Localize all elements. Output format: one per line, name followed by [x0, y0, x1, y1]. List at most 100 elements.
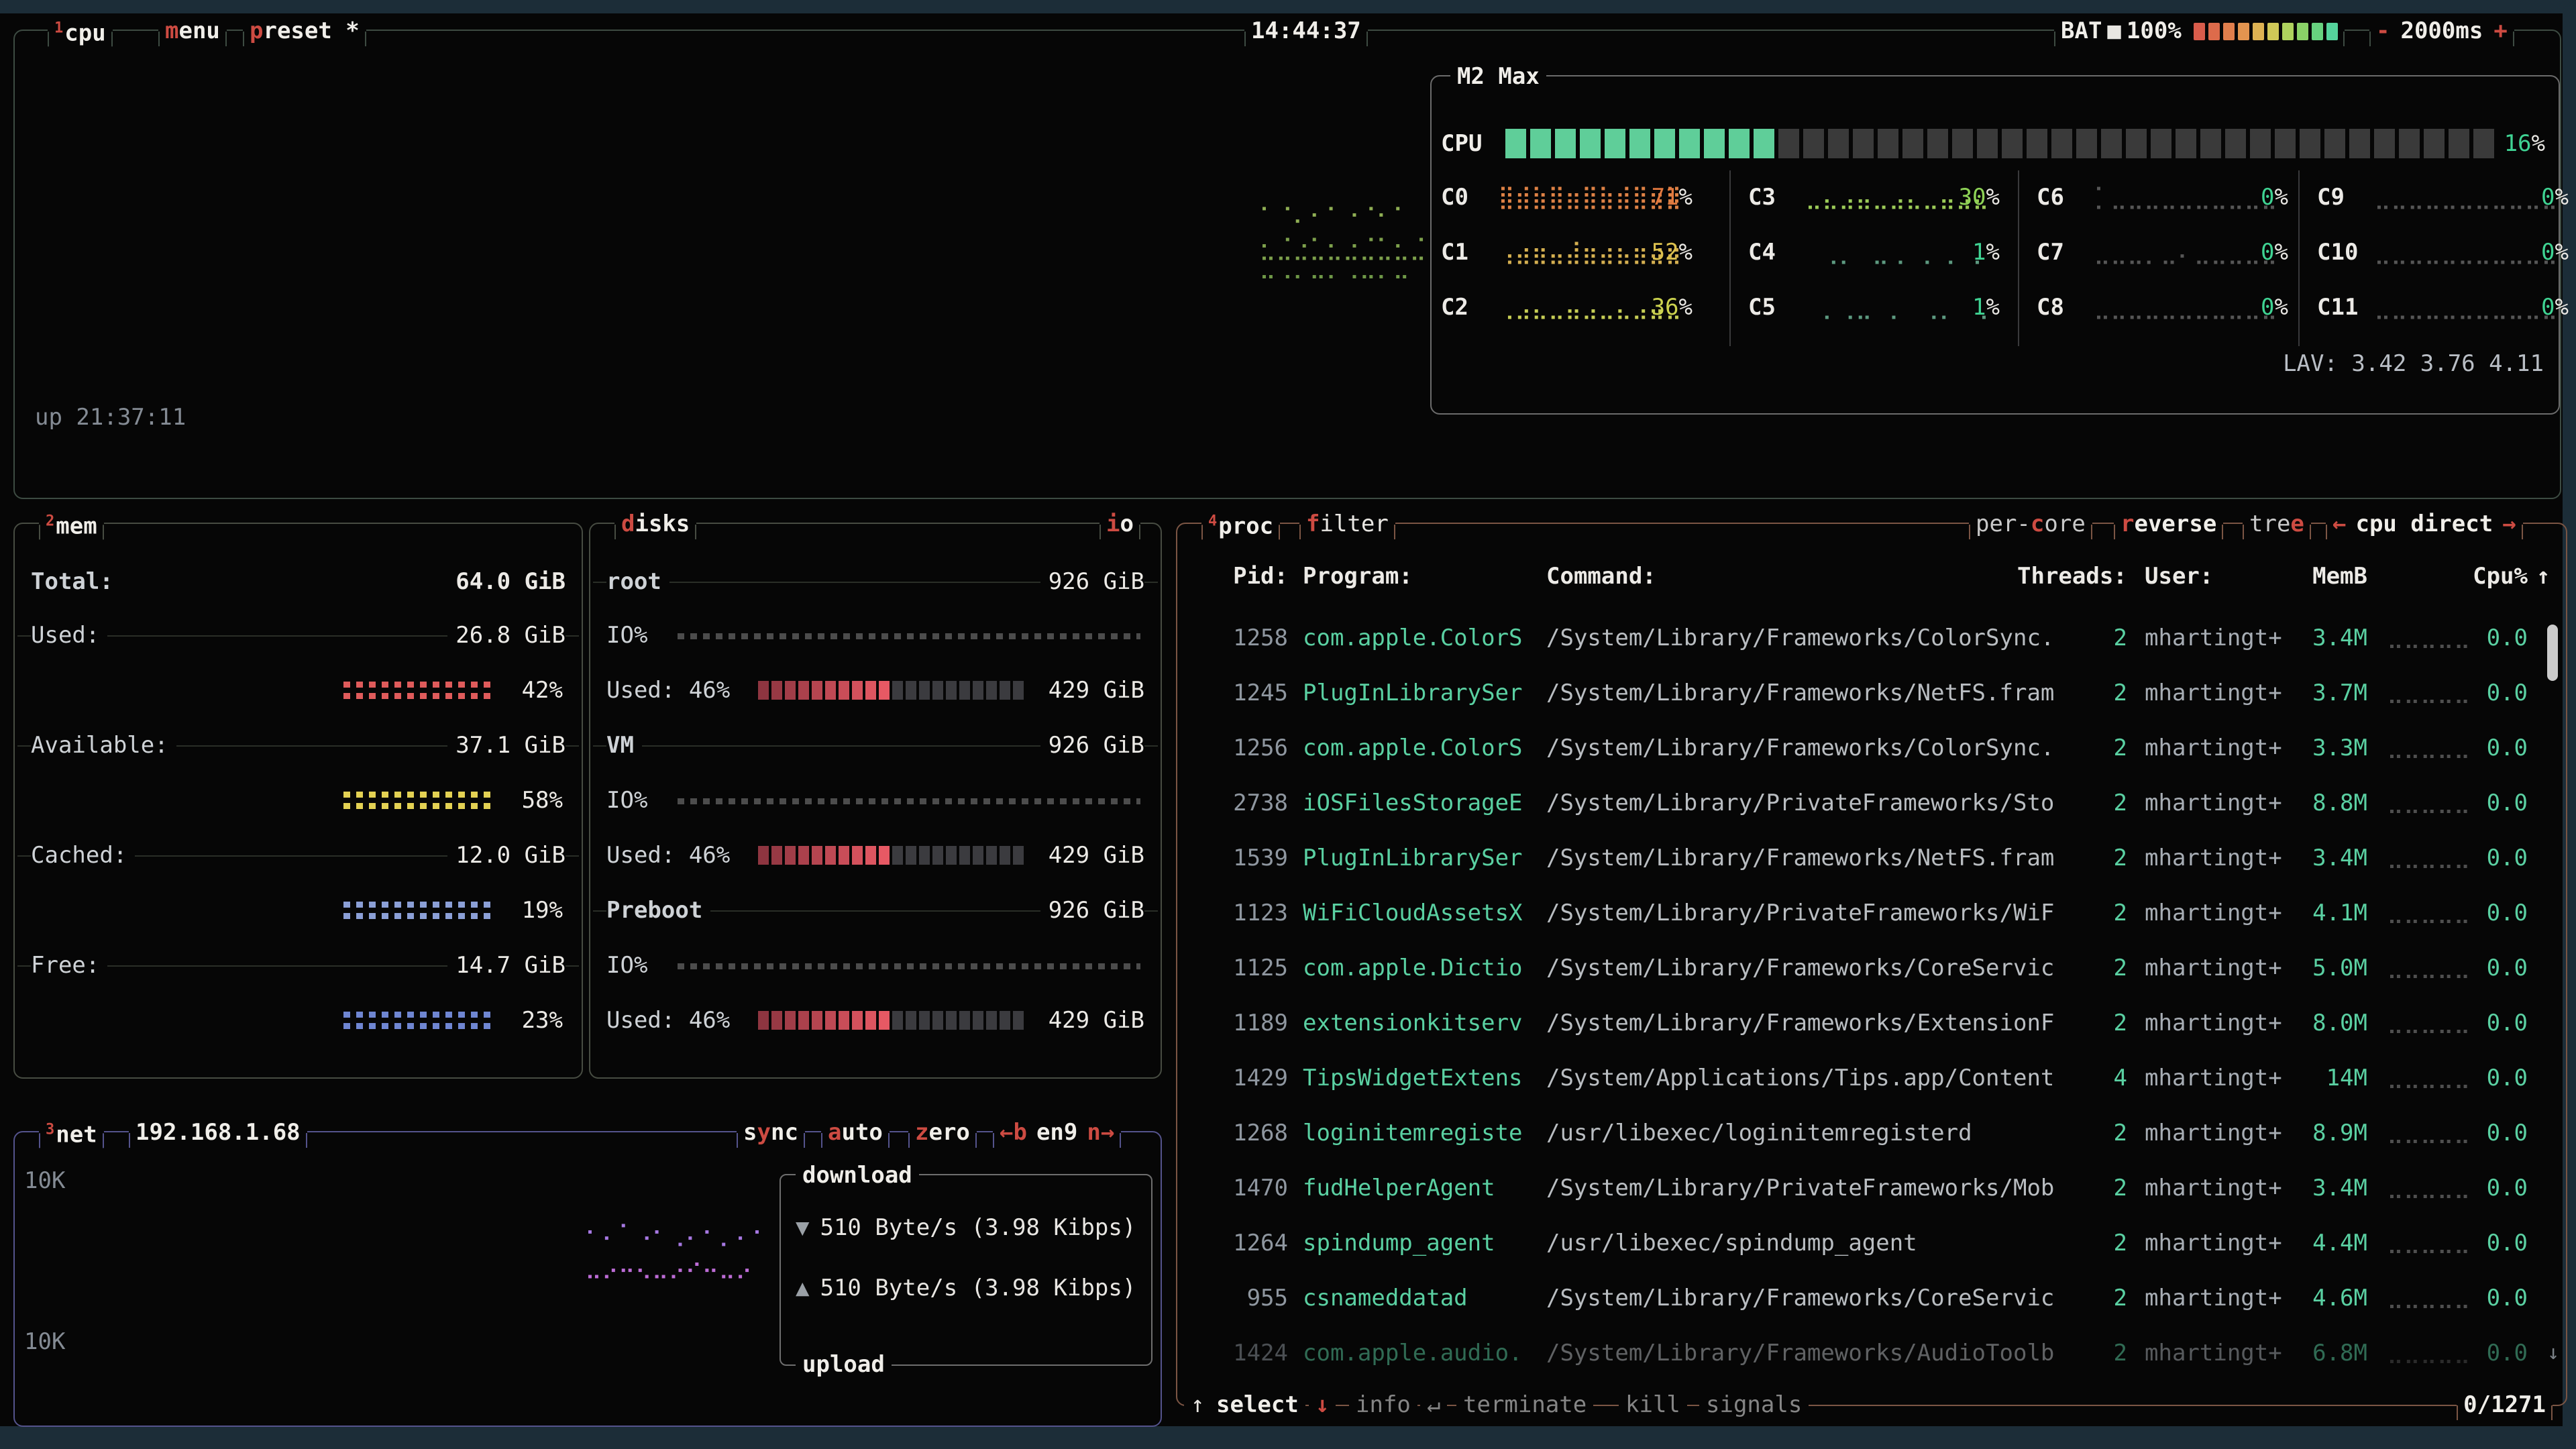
dotted-leader: ⠒⠒⠒⠒⠒	[2387, 1350, 2457, 1377]
percent-sign: %	[1679, 184, 1693, 211]
mem-cached-value: 12.0 GiB	[447, 842, 566, 869]
auto-button[interactable]: auto	[821, 1118, 890, 1146]
info-button[interactable]: info	[1349, 1391, 1417, 1419]
cpu-core-C6: C6⡁⣀⣀⣀⣀⣀⣀⣀⣀⣀⣀0%	[2037, 177, 2325, 217]
process-user: mhartingt+	[2145, 735, 2282, 761]
mem-free-meter	[343, 1012, 492, 1029]
disk-name: root	[606, 568, 669, 595]
disk-io-graph	[678, 798, 1140, 804]
terminate-button[interactable]: terminate	[1456, 1391, 1593, 1419]
next-interface-button[interactable]: n→	[1087, 1119, 1114, 1146]
menu-button[interactable]: menu	[158, 17, 227, 45]
process-command: /System/Library/Frameworks/NetFS.fram	[1546, 845, 2054, 871]
meter-block	[879, 846, 890, 865]
process-threads: 2	[2070, 735, 2127, 761]
upload-title: upload	[802, 1351, 885, 1378]
meter-block	[1853, 129, 1874, 158]
mem-box-tab[interactable]: 2mem	[39, 507, 104, 540]
disk-root-row: root926 GiB	[590, 568, 1161, 595]
meter-block	[2449, 129, 2469, 158]
io-toggle-button[interactable]: io	[1099, 510, 1140, 538]
process-mem: 3.3M	[2277, 735, 2367, 761]
prev-interface-button[interactable]: ←b	[1000, 1119, 1027, 1146]
process-command: /System/Library/PrivateFrameworks/Sto	[1546, 790, 2054, 816]
process-mem: 6.8M	[2277, 1340, 2367, 1366]
signals-button[interactable]: signals	[1699, 1391, 1809, 1419]
process-row[interactable]: 1123WiFiCloudAssetsX/System/Library/Priv…	[1177, 900, 2566, 926]
enter-icon: ↵	[1427, 1391, 1440, 1418]
meter-block	[1629, 129, 1650, 158]
cpu-box-tab[interactable]: 1cpu	[48, 14, 113, 47]
process-pid: 1470	[1184, 1175, 1288, 1201]
process-program: csnameddatad	[1303, 1285, 1468, 1311]
interface-switcher[interactable]: ←ben9n→	[993, 1118, 1121, 1146]
process-row[interactable]: 1245PlugInLibrarySer/System/Library/Fram…	[1177, 680, 2566, 706]
meter-block	[852, 1011, 863, 1030]
net-scale-bottom: 10K	[24, 1328, 65, 1355]
process-mem: 3.4M	[2277, 845, 2367, 871]
core-percent: 30%	[1919, 177, 2000, 217]
core-label: C10	[2317, 232, 2358, 272]
meter-block	[1803, 129, 1824, 158]
process-row[interactable]: 1424com.apple.audio./System/Library/Fram…	[1177, 1340, 2566, 1366]
cpu-tab-label: cpu	[64, 20, 105, 47]
process-cpu: 0.0	[2450, 790, 2528, 816]
meter-block	[1679, 129, 1700, 158]
cpu-core-C3: C3⣀⣄⣠⣤⣀⣠⣄⣀⣤⣠⣄30%	[1748, 177, 2037, 217]
ip-value: 192.168.1.68	[136, 1119, 301, 1146]
process-pid: 955	[1184, 1285, 1288, 1311]
disk-used-label: Used: 46%	[606, 842, 738, 869]
meter-block	[2238, 23, 2249, 40]
meter-block	[852, 846, 863, 865]
process-threads: 2	[2070, 1010, 2127, 1036]
process-row[interactable]: 1264spindump_agent/usr/libexec/spindump_…	[1177, 1230, 2566, 1256]
meter-block	[1828, 129, 1849, 158]
mem-cached-meter	[343, 902, 492, 919]
core-label: C9	[2317, 177, 2345, 217]
select-up-key[interactable]: ↑	[1184, 1391, 1211, 1419]
meter-block	[812, 846, 822, 865]
preset-button[interactable]: preset *	[243, 17, 366, 45]
core-label: C3	[1748, 177, 1776, 217]
meter-block	[865, 1011, 876, 1030]
download-speed-row: ▼510 Byte/s (3.98 Kibps)	[796, 1214, 1136, 1241]
process-command: /System/Library/PrivateFrameworks/Mob	[1546, 1175, 2054, 1201]
process-row[interactable]: 1539PlugInLibrarySer/System/Library/Fram…	[1177, 845, 2566, 871]
disk-io-graph	[678, 633, 1140, 639]
meter-dots	[343, 803, 492, 809]
process-row[interactable]: 1470fudHelperAgent/System/Library/Privat…	[1177, 1175, 2566, 1201]
select-down-key[interactable]: ↓	[1309, 1391, 1336, 1419]
percent-sign: %	[1679, 294, 1693, 321]
disk-io-label: IO%	[606, 952, 655, 979]
sync-button[interactable]: sync	[737, 1118, 805, 1146]
enter-key[interactable]: ↵	[1420, 1391, 1447, 1419]
kill-button[interactable]: kill	[1619, 1391, 1687, 1419]
core-percent-value: 36	[1652, 294, 1679, 321]
process-row[interactable]: 1258com.apple.ColorS/System/Library/Fram…	[1177, 625, 2566, 651]
battery-label: BAT	[2061, 17, 2102, 44]
process-program: spindump_agent	[1303, 1230, 1495, 1256]
process-program: iOSFilesStorageE	[1303, 790, 1523, 816]
process-pid: 1429	[1184, 1065, 1288, 1091]
meter-block	[2101, 129, 2122, 158]
process-row[interactable]: 955csnameddatad/System/Library/Framework…	[1177, 1285, 2566, 1311]
process-row[interactable]: 1125com.apple.Dictio/System/Library/Fram…	[1177, 955, 2566, 981]
select-button[interactable]: select	[1210, 1391, 1305, 1419]
interval-decrease-button[interactable]: -	[2376, 17, 2390, 44]
zero-button[interactable]: zero	[908, 1118, 977, 1146]
disk-size: 926 GiB	[1040, 897, 1144, 924]
core-percent-value: 1	[1972, 294, 1986, 321]
process-row[interactable]: 1256com.apple.ColorS/System/Library/Fram…	[1177, 735, 2566, 761]
meter-block	[892, 681, 903, 700]
process-mem: 4.6M	[2277, 1285, 2367, 1311]
process-row[interactable]: 1189extensionkitserv/System/Library/Fram…	[1177, 1010, 2566, 1036]
core-column-divider	[2018, 170, 2019, 346]
process-row[interactable]: 1268loginitemregiste/usr/libexec/loginit…	[1177, 1120, 2566, 1146]
interval-increase-button[interactable]: +	[2493, 17, 2507, 44]
process-row[interactable]: 2738iOSFilesStorageE/System/Library/Priv…	[1177, 790, 2566, 816]
process-row[interactable]: 1429TipsWidgetExtens/System/Applications…	[1177, 1065, 2566, 1091]
net-box-tab[interactable]: 3net	[39, 1116, 104, 1148]
core-percent: 0%	[2208, 177, 2288, 217]
proc-scrollbar[interactable]	[2547, 625, 2558, 681]
mem-available-row: Available:37.1 GiB	[15, 732, 582, 759]
